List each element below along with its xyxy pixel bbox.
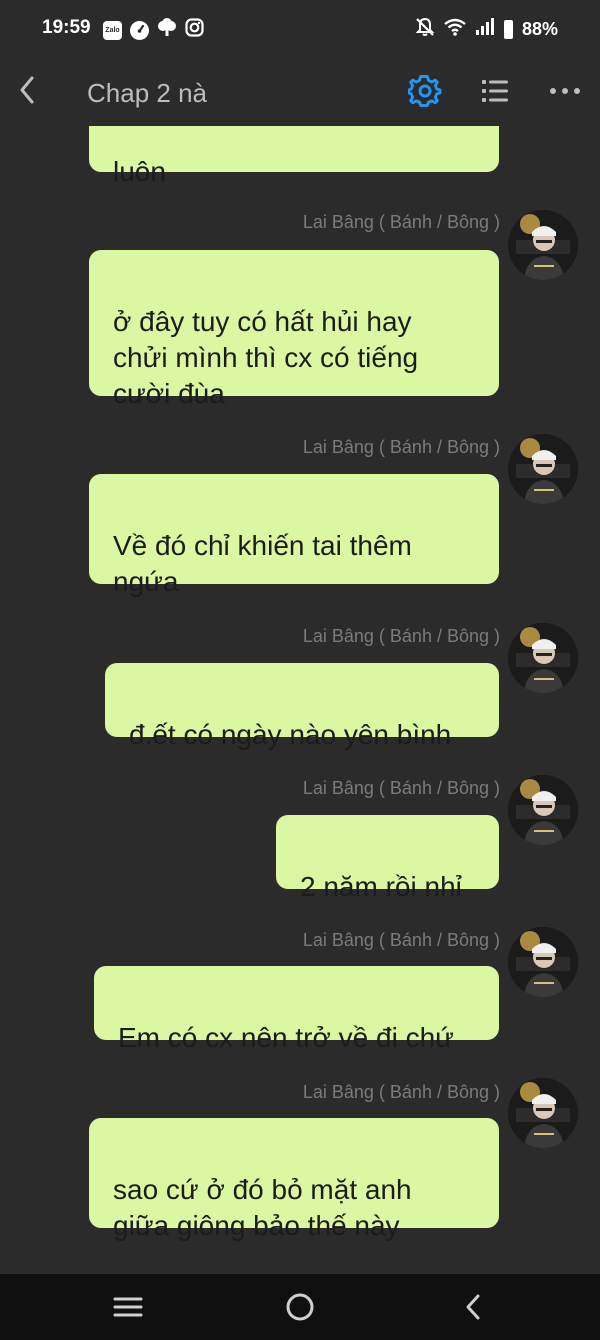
mute-bell-icon [415,17,435,42]
message-bubble[interactable]: luôn [89,126,499,187]
avatar-image [508,927,578,997]
avatar-image [508,210,578,280]
sender-name: Lai Bâng ( Bánh / Bông ) [302,212,500,232]
message-list[interactable]: luôn Lai Bâng ( Bánh / Bông ) ở đây tuy … [0,126,600,1274]
message-text: đ.ết có ngày nào yên bình [129,719,452,750]
status-time: 19:59 [42,17,91,38]
signal-icon [475,18,495,41]
sender-name: Lai Bâng ( Bánh / Bông ) [302,778,500,798]
home-circle-icon [286,1293,314,1321]
chevron-left-icon [466,1294,480,1320]
system-navigation-bar [0,1274,600,1340]
battery-percentage: 88% [521,19,558,39]
chat-header: Chap 2 nà [0,58,600,126]
back-button[interactable] [14,72,42,108]
cloud-tree-icon [157,18,177,42]
avatar[interactable] [508,434,578,504]
settings-button[interactable] [407,74,442,108]
system-back-button[interactable] [460,1292,486,1322]
message-bubble[interactable]: đ.ết có ngày nào yên bình [105,663,499,750]
avatar-image [508,775,578,845]
avatar-image [508,623,578,693]
menu-lines-icon [113,1297,143,1317]
message-text: sao cứ ở đó bỏ mặt anh giữa giông bảo th… [113,1174,412,1241]
speedometer-icon [130,20,149,40]
message-bubble[interactable]: sao cứ ở đó bỏ mặt anh giữa giông bảo th… [89,1118,499,1241]
system-icons: 88% [415,17,558,42]
sender-name: Lai Bâng ( Bánh / Bông ) [302,437,500,457]
zalo-icon: Zalo [103,20,122,40]
chat-title[interactable]: Chap 2 nà [87,78,207,109]
notification-icons: Zalo [103,18,204,42]
message-bubble[interactable]: ở đây tuy có hất hủi hay chửi mình thì c… [89,250,499,409]
avatar[interactable] [508,1078,578,1148]
avatar-image [508,434,578,504]
sender-name: Lai Bâng ( Bánh / Bông ) [302,626,500,646]
message-text: Về đó chỉ khiến tai thêm ngứa [113,530,412,597]
avatar[interactable] [508,775,578,845]
message-bubble[interactable]: Về đó chỉ khiến tai thêm ngứa [89,474,499,597]
status-bar: 19:59 Zalo 88% [0,0,600,58]
chat-screen: 19:59 Zalo 88% Chap 2 nà luôn Lai Bâng (… [0,0,600,1340]
message-bubble[interactable]: Em có cx nên trở về đi chứ [94,966,499,1053]
message-bubble[interactable]: 2 năm rồi nhỉ [276,815,499,902]
battery-icon [503,20,513,39]
message-text: luôn [113,156,166,187]
sender-name: Lai Bâng ( Bánh / Bông ) [302,1082,500,1102]
avatar[interactable] [508,623,578,693]
more-options-button[interactable] [548,76,582,106]
more-horizontal-icon [550,88,580,94]
message-text: 2 năm rồi nhỉ [300,871,462,902]
instagram-icon [185,18,204,42]
wifi-icon [444,18,466,41]
avatar[interactable] [508,927,578,997]
list-button[interactable] [480,76,510,106]
message-text: Em có cx nên trở về đi chứ [118,1022,454,1053]
list-icon [482,80,508,102]
home-button[interactable] [285,1292,315,1322]
message-text: ở đây tuy có hất hủi hay chửi mình thì c… [113,306,419,409]
avatar-image [508,1078,578,1148]
chevron-left-icon [20,76,34,104]
recent-apps-button[interactable] [113,1294,143,1320]
sender-name: Lai Bâng ( Bánh / Bông ) [302,930,500,950]
gear-icon [407,74,442,107]
avatar[interactable] [508,210,578,280]
